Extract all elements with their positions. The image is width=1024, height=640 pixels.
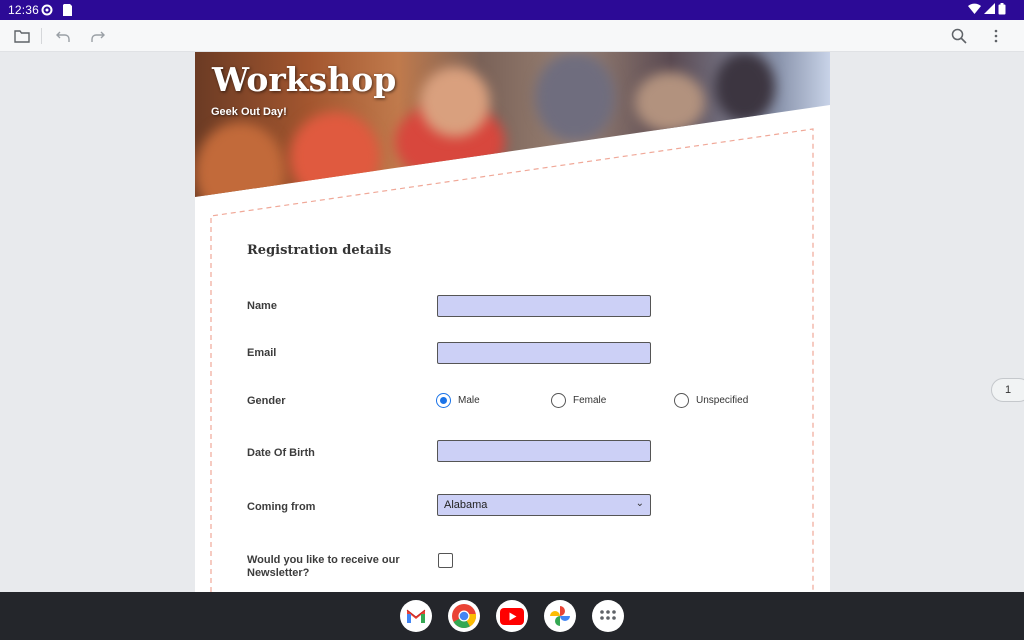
toolbar-divider xyxy=(41,28,42,44)
status-time: 12:36 xyxy=(8,3,40,17)
page-number: 1 xyxy=(1005,384,1012,396)
chevron-down-icon: ⌄ xyxy=(635,498,644,509)
app-drawer-icon[interactable] xyxy=(592,600,624,632)
newsletter-label: Would you like to receive our Newsletter… xyxy=(247,554,400,579)
more-vert-icon[interactable] xyxy=(985,26,1007,46)
document-page: Workshop Geek Out Day! Registration deta… xyxy=(195,52,830,592)
email-field[interactable] xyxy=(437,342,651,364)
sd-card-icon xyxy=(63,4,72,16)
coming-from-label: Coming from xyxy=(247,501,316,513)
gender-option-unspecified: Unspecified xyxy=(696,395,749,406)
gender-label: Gender xyxy=(247,395,286,407)
signal-icon xyxy=(984,3,995,14)
status-bar: 12:36 xyxy=(0,0,1024,20)
email-label: Email xyxy=(247,347,277,359)
gender-radio-female[interactable] xyxy=(551,393,566,408)
photos-icon[interactable] xyxy=(544,600,576,632)
toolbar xyxy=(0,20,1024,52)
coming-from-value: Alabama xyxy=(444,499,488,511)
section-title: Registration details xyxy=(247,243,392,258)
search-icon[interactable] xyxy=(948,26,970,46)
youtube-icon[interactable] xyxy=(496,600,528,632)
gmail-icon[interactable] xyxy=(400,600,432,632)
folder-icon[interactable] xyxy=(11,26,33,46)
gender-option-male: Male xyxy=(458,395,480,406)
wifi-icon xyxy=(968,3,981,14)
name-field[interactable] xyxy=(437,295,651,317)
page-indicator[interactable]: 1 xyxy=(991,378,1024,402)
redo-icon[interactable] xyxy=(87,26,109,46)
gender-radio-unspecified[interactable] xyxy=(674,393,689,408)
gender-radio-male[interactable] xyxy=(436,393,451,408)
newsletter-checkbox[interactable] xyxy=(438,553,453,568)
chrome-icon[interactable] xyxy=(448,600,480,632)
dob-label: Date Of Birth xyxy=(247,447,315,459)
name-label: Name xyxy=(247,300,277,312)
dob-field[interactable] xyxy=(437,440,651,462)
battery-icon xyxy=(998,3,1006,15)
settings-status-icon xyxy=(41,4,53,16)
undo-icon[interactable] xyxy=(52,26,74,46)
gender-option-female: Female xyxy=(573,395,607,406)
taskbar xyxy=(0,592,1024,640)
coming-from-select[interactable]: Alabama ⌄ xyxy=(437,494,651,516)
